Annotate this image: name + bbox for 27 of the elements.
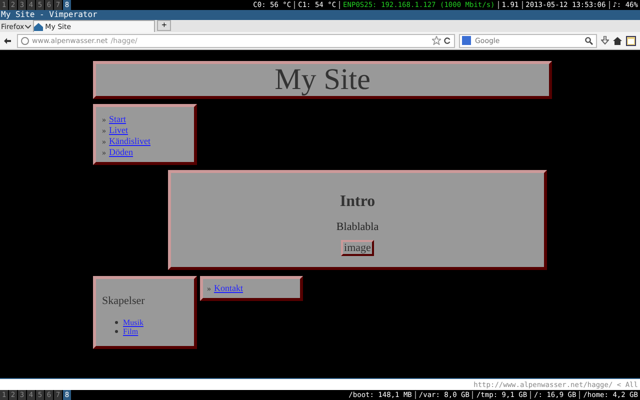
bullet-mark: » xyxy=(102,126,106,136)
body-text: Blablabla xyxy=(336,221,379,233)
home-icon[interactable] xyxy=(613,36,622,44)
bullet-mark: » xyxy=(102,148,106,158)
footer-link[interactable]: Kontakt xyxy=(214,283,243,293)
reload-icon[interactable] xyxy=(444,37,451,44)
menu-link[interactable]: Start xyxy=(109,114,126,124)
bullet-mark: » xyxy=(207,284,211,293)
side-link[interactable]: Musik xyxy=(123,318,144,327)
search-icon[interactable] xyxy=(585,36,593,44)
caret-icon xyxy=(25,24,32,28)
menu-link[interactable]: Kändislivet xyxy=(109,136,150,146)
globe-icon xyxy=(21,36,29,44)
bullet-mark: » xyxy=(102,137,106,147)
side-link[interactable]: Film xyxy=(123,327,138,336)
window-title: My Site - Vimperator xyxy=(0,10,640,20)
section-heading: Skapelser xyxy=(102,295,146,307)
back-icon[interactable] xyxy=(4,38,11,44)
section-heading: Intro xyxy=(340,193,376,211)
bullet-mark: » xyxy=(102,115,106,125)
broken-image: image xyxy=(341,240,374,256)
menu-link[interactable]: Döden xyxy=(109,147,133,157)
menu-link[interactable]: Livet xyxy=(109,125,128,135)
download-icon[interactable] xyxy=(601,36,609,45)
site-title: My Site xyxy=(274,63,370,97)
toolbar-icon[interactable] xyxy=(626,36,636,46)
star-icon[interactable] xyxy=(432,36,441,45)
